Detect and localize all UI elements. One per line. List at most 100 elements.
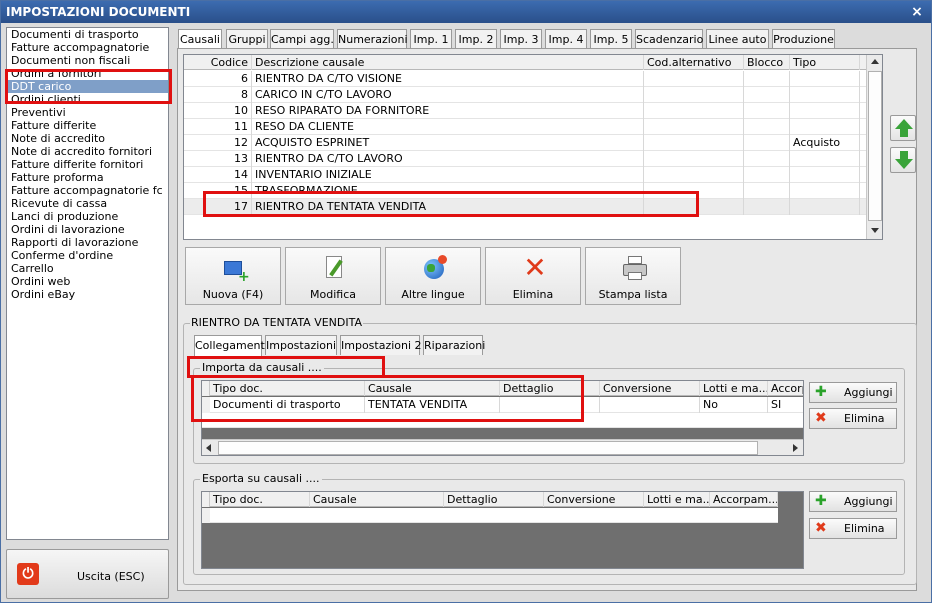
edit-button[interactable]: Modifica <box>285 247 381 305</box>
subtab-impostazioni-2[interactable]: Impostazioni 2 <box>340 335 422 355</box>
move-down-button[interactable] <box>890 147 916 173</box>
causale-row[interactable]: 14 INVENTARIO INIZIALE <box>184 167 866 183</box>
col-header-descrizione[interactable]: Descrizione causale <box>252 55 644 70</box>
cell-blocco <box>744 135 790 151</box>
tab-numerazioni[interactable]: Numerazioni <box>337 29 408 49</box>
print-list-button[interactable]: Stampa lista <box>585 247 681 305</box>
tab-imp-1[interactable]: Imp. 1 <box>410 29 452 49</box>
causale-row[interactable]: 17 RIENTRO DA TENTATA VENDITA <box>184 199 866 215</box>
causale-row[interactable]: 6 RIENTRO DA C/TO VISIONE <box>184 71 866 87</box>
causale-row[interactable]: 15 TRASFORMAZIONE <box>184 183 866 199</box>
tab-imp-5[interactable]: Imp. 5 <box>590 29 632 49</box>
scroll-left-icon[interactable] <box>206 444 211 452</box>
causale-row[interactable]: 8 CARICO IN C/TO LAVORO <box>184 87 866 103</box>
sidebar-item[interactable]: Documenti non fiscali <box>7 54 168 67</box>
sidebar-item[interactable]: Ordini a fornitori <box>7 67 168 80</box>
esporta-col-causale[interactable]: Causale <box>310 492 444 507</box>
col-header-codice[interactable]: Codice <box>184 55 252 70</box>
subtab-impostazioni[interactable]: Impostazioni <box>265 335 337 355</box>
importa-grid[interactable]: Tipo doc. Causale Dettaglio Conversione … <box>201 380 804 456</box>
importa-col-causale[interactable]: Causale <box>365 381 500 396</box>
scroll-right-icon[interactable] <box>793 444 798 452</box>
hscroll-thumb[interactable] <box>218 441 758 455</box>
col-header-blocco[interactable]: Blocco <box>744 55 790 70</box>
tab-gruppi[interactable]: Gruppi <box>226 29 268 49</box>
importa-col-dettaglio[interactable]: Dettaglio <box>500 381 600 396</box>
tab-causali[interactable]: Causali <box>178 29 222 50</box>
sidebar-item[interactable]: Ordini clienti <box>7 93 168 106</box>
sidebar-item[interactable]: Fatture accompagnatorie fc <box>7 184 168 197</box>
importa-cell-accorp: SI <box>768 397 803 413</box>
importa-col-tipo[interactable]: Tipo doc. <box>210 381 365 396</box>
scroll-down-icon[interactable] <box>871 228 879 233</box>
importa-col-conversione[interactable]: Conversione <box>600 381 700 396</box>
importa-col-accorp[interactable]: Accorp <box>768 381 803 396</box>
causali-grid[interactable]: Codice Descrizione causale Cod.alternati… <box>183 54 883 240</box>
esporta-add-button[interactable]: ✚ Aggiungi <box>809 491 897 512</box>
scroll-thumb[interactable] <box>868 71 882 221</box>
importa-col-lotti[interactable]: Lotti e ma... <box>700 381 768 396</box>
cell-codice: 12 <box>184 135 252 151</box>
esporta-empty-row <box>202 508 778 523</box>
sidebar-item[interactable]: Fatture differite <box>7 119 168 132</box>
esporta-delete-button[interactable]: ✖ Elimina <box>809 518 897 539</box>
tab-produzione[interactable]: Produzione <box>772 29 835 49</box>
esporta-col-accorp[interactable]: Accorpam... <box>710 492 778 507</box>
sidebar-item[interactable]: Rapporti di lavorazione <box>7 236 168 249</box>
delete-button[interactable]: ✕ Elimina <box>485 247 581 305</box>
sidebar-item[interactable]: Documenti di trasporto <box>7 28 168 41</box>
sidebar-item[interactable]: Carrello <box>7 262 168 275</box>
sidebar-item[interactable]: Fatture accompagnatorie <box>7 41 168 54</box>
sidebar-item[interactable]: Note di accredito <box>7 132 168 145</box>
cell-descrizione: ACQUISTO ESPRINET <box>252 135 644 151</box>
tab-scadenzario[interactable]: Scadenzario <box>635 29 703 49</box>
languages-button[interactable]: Altre lingue <box>385 247 481 305</box>
col-header-tipo[interactable]: Tipo <box>790 55 860 70</box>
subtab-riparazioni[interactable]: Riparazioni <box>423 335 485 355</box>
sidebar-item[interactable]: Note di accredito fornitori <box>7 145 168 158</box>
print-list-button-label: Stampa lista <box>598 288 668 301</box>
sidebar-item[interactable]: Fatture proforma <box>7 171 168 184</box>
sidebar-item[interactable]: DDT carico <box>7 80 168 93</box>
esporta-col-conversione[interactable]: Conversione <box>544 492 644 507</box>
new-button[interactable]: + Nuova (F4) <box>185 247 281 305</box>
delete-icon: ✖ <box>815 410 827 426</box>
causale-row[interactable]: 10 RESO RIPARATO DA FORNITORE <box>184 103 866 119</box>
move-up-button[interactable] <box>890 115 916 141</box>
sidebar-item[interactable]: Ricevute di cassa <box>7 197 168 210</box>
cell-cod-alternativo <box>644 103 744 119</box>
tab-imp-3[interactable]: Imp. 3 <box>500 29 542 49</box>
esporta-col-dettaglio[interactable]: Dettaglio <box>444 492 544 507</box>
document-type-list[interactable]: Documenti di trasporto Fatture accompagna… <box>6 27 169 540</box>
esporta-grid[interactable]: Tipo doc. Causale Dettaglio Conversione … <box>201 491 804 569</box>
col-header-cod-alternativo[interactable]: Cod.alternativo <box>644 55 744 70</box>
sidebar-item[interactable]: Ordini eBay <box>7 288 168 301</box>
importa-hscrollbar[interactable] <box>202 439 803 455</box>
sidebar-item[interactable]: Fatture differite fornitori <box>7 158 168 171</box>
scroll-up-icon[interactable] <box>871 59 879 64</box>
exit-button[interactable]: ⏻ Uscita (ESC) <box>6 549 169 599</box>
sidebar-item[interactable]: Lanci di produzione <box>7 210 168 223</box>
tab-linee-auto[interactable]: Linee auto <box>706 29 769 49</box>
importa-add-button[interactable]: ✚ Aggiungi <box>809 382 897 403</box>
tab-imp-4[interactable]: Imp. 4 <box>545 29 587 49</box>
causale-row[interactable]: 11 RESO DA CLIENTE <box>184 119 866 135</box>
delete-x-icon: ✕ <box>523 251 547 284</box>
causale-row[interactable]: 13 RIENTRO DA C/TO LAVORO <box>184 151 866 167</box>
sidebar-item[interactable]: Ordini web <box>7 275 168 288</box>
sidebar-item[interactable]: Ordini di lavorazione <box>7 223 168 236</box>
importa-row[interactable]: Documenti di trasporto TENTATA VENDITA N… <box>202 397 803 413</box>
sidebar-item[interactable]: Conferme d'ordine <box>7 249 168 262</box>
tab-imp-2[interactable]: Imp. 2 <box>455 29 497 49</box>
tab-campi-agg[interactable]: Campi agg. <box>270 29 334 49</box>
importa-delete-button[interactable]: ✖ Elimina <box>809 408 897 429</box>
sidebar-item[interactable]: Preventivi <box>7 106 168 119</box>
close-icon[interactable]: × <box>909 4 925 20</box>
cell-codice: 14 <box>184 167 252 183</box>
causali-scrollbar[interactable] <box>866 55 882 239</box>
esporta-col-lotti[interactable]: Lotti e ma... <box>644 492 710 507</box>
causale-row[interactable]: 12 ACQUISTO ESPRINET Acquisto <box>184 135 866 151</box>
importa-cell-lotti: No <box>700 397 768 413</box>
subtab-collegamenti[interactable]: Collegamenti <box>194 335 268 356</box>
esporta-col-tipo[interactable]: Tipo doc. <box>210 492 310 507</box>
